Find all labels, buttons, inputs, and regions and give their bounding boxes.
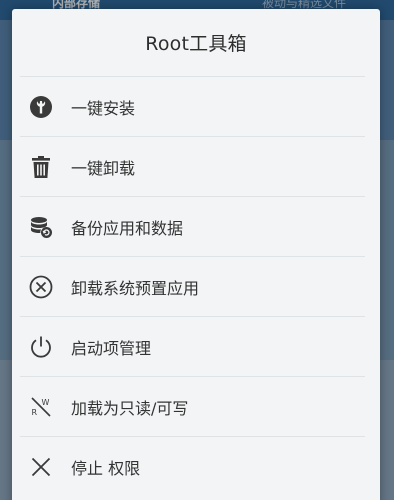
trash-icon <box>29 155 53 179</box>
menu-item-stop-permission[interactable]: 停止 权限 <box>20 436 365 496</box>
menu-item-one-click-uninstall[interactable]: 一键卸载 <box>20 136 365 196</box>
menu-item-label: 加载为只读/可写 <box>71 398 189 418</box>
menu-item-startup-manager[interactable]: 启动项管理 <box>20 316 365 376</box>
menu-item-label: 备份应用和数据 <box>71 218 184 238</box>
database-backup-icon <box>29 215 53 239</box>
menu-item-mount-readonly-writable[interactable]: W R 加载为只读/可写 <box>20 376 365 436</box>
root-toolbox-dialog: Root工具箱 一键安装 一键卸载 备份应用和数据 卸载系统预置应用 启动项管理… <box>12 9 380 500</box>
menu-item-label: 一键卸载 <box>71 158 136 178</box>
menu-item-label: 启动项管理 <box>71 338 152 358</box>
circle-x-icon <box>29 275 53 299</box>
dialog-title: Root工具箱 <box>145 33 247 55</box>
menu-item-one-click-install[interactable]: 一键安装 <box>20 76 365 136</box>
menu-item-label: 停止 权限 <box>71 458 141 478</box>
power-icon <box>29 335 53 359</box>
menu-item-uninstall-system-apps[interactable]: 卸载系统预置应用 <box>20 256 365 316</box>
menu-item-backup-apps-data[interactable]: 备份应用和数据 <box>20 196 365 256</box>
close-icon <box>29 455 53 479</box>
wrench-icon <box>29 95 53 119</box>
toolbox-menu: 一键安装 一键卸载 备份应用和数据 卸载系统预置应用 启动项管理 W R 加载为… <box>20 76 365 496</box>
rw-icon: W R <box>29 395 53 419</box>
menu-item-label: 一键安装 <box>71 98 136 118</box>
svg-text:W: W <box>42 398 50 407</box>
menu-item-label: 卸载系统预置应用 <box>71 278 200 298</box>
svg-text:R: R <box>32 408 38 417</box>
